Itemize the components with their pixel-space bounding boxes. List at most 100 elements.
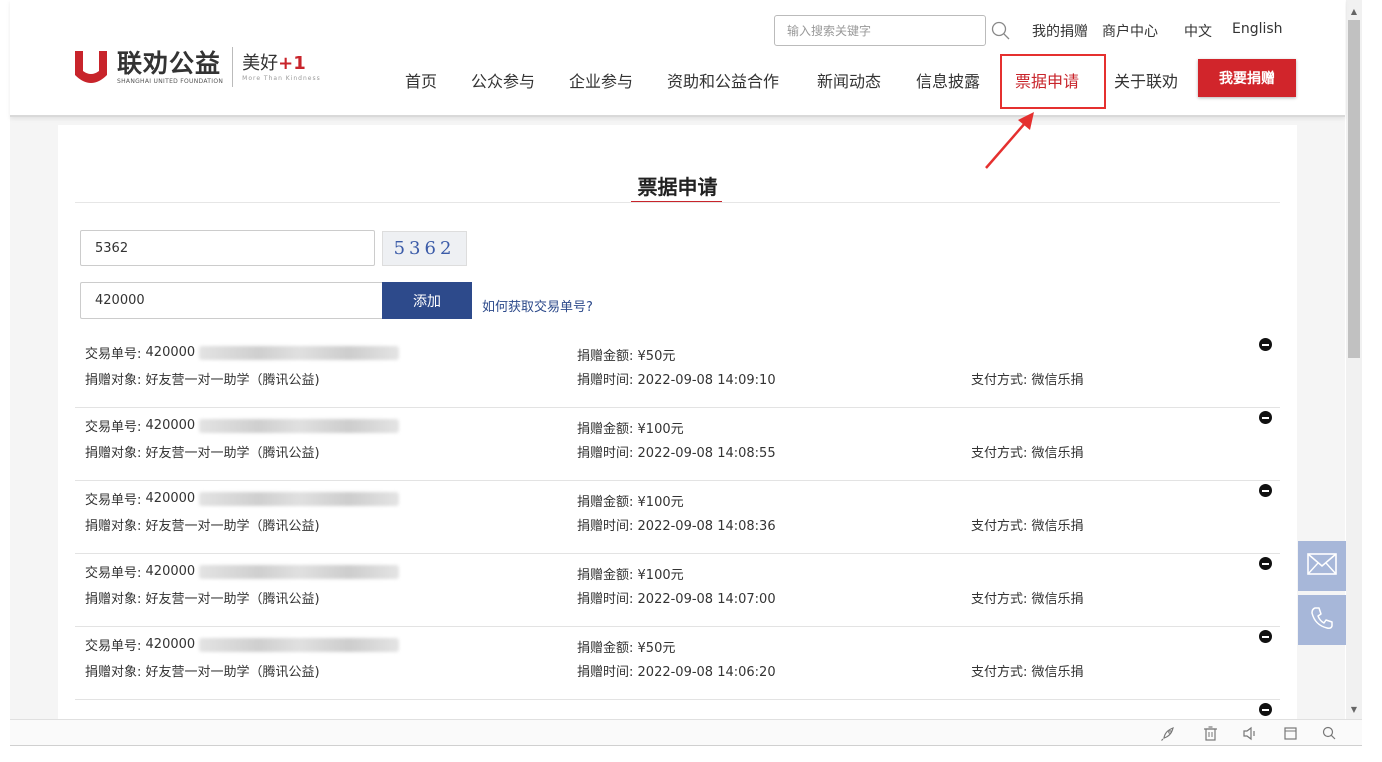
rocket-icon[interactable] — [1160, 725, 1177, 742]
record-id-blurred — [199, 491, 400, 506]
search-icon[interactable] — [1321, 725, 1338, 742]
logo-chinese-name: 联劝公益 — [117, 48, 222, 78]
title-divider — [75, 202, 1280, 203]
side-mail-button[interactable] — [1298, 541, 1346, 591]
record-time: 捐赠时间: 2022-09-08 14:07:00 — [577, 588, 776, 607]
record-amount-value: ¥50元 — [637, 641, 676, 656]
record-target-value: 好友营一对一助学（腾讯公益) — [145, 592, 320, 607]
record-payment-label: 支付方式: — [971, 446, 1028, 461]
record-amount-label: 捐赠金额: — [577, 422, 634, 437]
record-target: 捐赠对象: 好友营一对一助学（腾讯公益) — [85, 515, 320, 534]
slogan-plus: +1 — [278, 52, 306, 74]
nav-public-participation[interactable]: 公众参与 — [471, 68, 535, 92]
record-amount-label: 捐赠金额: — [577, 568, 634, 583]
nav-corporate-participation[interactable]: 企业参与 — [569, 68, 633, 92]
record-time: 捐赠时间: 2022-09-08 14:08:36 — [577, 515, 776, 534]
nav-news[interactable]: 新闻动态 — [817, 68, 881, 92]
donation-record: 交易单号: 420000 捐赠对象: 好友营一对一助学（腾讯公益) 捐赠金额: … — [75, 408, 1280, 481]
record-target-label: 捐赠对象: — [85, 592, 142, 607]
record-time-label: 捐赠时间: — [577, 373, 634, 388]
donation-record: 交易单号: 420000 捐赠对象: 好友营一对一助学（腾讯公益) 捐赠金额: … — [75, 554, 1280, 627]
record-target-value: 好友营一对一助学（腾讯公益) — [145, 519, 320, 534]
add-button[interactable]: 添加 — [382, 282, 472, 319]
nav-about[interactable]: 关于联劝 — [1114, 68, 1178, 92]
receipt-card: 票据申请 5362 5362 420000 添加 如何获取交易单号? 交易单号:… — [58, 125, 1297, 725]
page: 联劝公益 SHANGHAI UNITED FOUNDATION 美好+1 Mor… — [0, 0, 1382, 762]
record-id-value: 420000 — [145, 418, 196, 433]
lang-chinese-link[interactable]: 中文 — [1184, 21, 1212, 41]
nav-funding-cooperation[interactable]: 资助和公益合作 — [667, 68, 779, 92]
side-phone-button[interactable] — [1298, 595, 1346, 645]
record-id-blurred — [199, 345, 400, 360]
record-id-label: 交易单号: — [85, 493, 142, 508]
remove-record-icon[interactable] — [1259, 703, 1272, 716]
record-time-label: 捐赠时间: — [577, 446, 634, 461]
search-icon[interactable] — [990, 20, 1012, 42]
record-id: 交易单号: 420000 — [85, 635, 400, 654]
record-id-label: 交易单号: — [85, 566, 142, 581]
captcha-image[interactable]: 5362 — [382, 231, 467, 266]
order-number-input[interactable]: 420000 — [80, 282, 383, 319]
trash-icon[interactable] — [1202, 725, 1219, 742]
nav-home[interactable]: 首页 — [405, 68, 437, 92]
record-id: 交易单号: 420000 — [85, 343, 400, 362]
record-target: 捐赠对象: 好友营一对一助学（腾讯公益) — [85, 369, 320, 388]
annotation-highlight-box — [1000, 54, 1106, 109]
record-target-label: 捐赠对象: — [85, 446, 142, 461]
record-id-value: 420000 — [145, 491, 196, 506]
record-id-blurred — [199, 564, 400, 579]
record-id-blurred — [199, 418, 400, 433]
scroll-up-icon[interactable]: ▲ — [1350, 8, 1358, 16]
scrollbar-thumb[interactable] — [1348, 20, 1360, 358]
record-id: 交易单号: 420000 — [85, 562, 400, 581]
remove-record-icon[interactable] — [1259, 630, 1272, 643]
record-payment-label: 支付方式: — [971, 592, 1028, 607]
how-to-get-order-number-link[interactable]: 如何获取交易单号? — [482, 296, 593, 315]
record-amount-value: ¥100元 — [637, 568, 684, 583]
record-payment: 支付方式: 微信乐捐 — [971, 442, 1084, 461]
search-input[interactable]: 输入搜索关键字 — [774, 15, 986, 46]
record-time-label: 捐赠时间: — [577, 665, 634, 680]
record-payment-value: 微信乐捐 — [1031, 373, 1084, 388]
record-id: 交易单号: 420000 — [85, 489, 400, 508]
scroll-down-icon[interactable]: ▼ — [1350, 706, 1358, 714]
record-id-value: 420000 — [145, 345, 196, 360]
remove-record-icon[interactable] — [1259, 338, 1272, 351]
record-time-value: 2022-09-08 14:08:36 — [637, 519, 776, 534]
site-logo[interactable]: 联劝公益 SHANGHAI UNITED FOUNDATION 美好+1 Mor… — [73, 44, 321, 90]
record-id-label: 交易单号: — [85, 347, 142, 362]
record-payment: 支付方式: 微信乐捐 — [971, 515, 1084, 534]
lang-english-link[interactable]: English — [1232, 21, 1283, 41]
record-payment-value: 微信乐捐 — [1031, 665, 1084, 680]
record-amount-value: ¥100元 — [637, 422, 684, 437]
donation-record: 交易单号: 420000 捐赠对象: 好友营一对一助学（腾讯公益) 捐赠金额: … — [75, 335, 1280, 408]
logo-text: 联劝公益 SHANGHAI UNITED FOUNDATION — [117, 48, 223, 85]
merchant-center-link[interactable]: 商户中心 — [1102, 21, 1158, 41]
remove-record-icon[interactable] — [1259, 411, 1272, 424]
record-time-value: 2022-09-08 14:06:20 — [637, 665, 776, 680]
phone-icon — [1309, 605, 1335, 635]
remove-record-icon[interactable] — [1259, 557, 1272, 570]
record-target-label: 捐赠对象: — [85, 519, 142, 534]
donation-record: 交易单号: 420000 捐赠对象: 好友营一对一助学（腾讯公益) 捐赠金额: … — [75, 627, 1280, 700]
record-target: 捐赠对象: 好友营一对一助学（腾讯公益) — [85, 442, 320, 461]
nav-disclosure[interactable]: 信息披露 — [916, 68, 980, 92]
record-target-label: 捐赠对象: — [85, 665, 142, 680]
donate-button[interactable]: 我要捐赠 — [1198, 59, 1296, 97]
record-time-label: 捐赠时间: — [577, 592, 634, 607]
window-icon[interactable] — [1282, 725, 1299, 742]
top-links: 我的捐赠 商户中心 中文 English — [1032, 21, 1283, 41]
my-donations-link[interactable]: 我的捐赠 — [1032, 21, 1088, 41]
record-time: 捐赠时间: 2022-09-08 14:08:55 — [577, 442, 776, 461]
logo-divider — [232, 47, 234, 87]
captcha-input[interactable]: 5362 — [80, 230, 375, 266]
record-id-value: 420000 — [145, 564, 196, 579]
record-payment: 支付方式: 微信乐捐 — [971, 661, 1084, 680]
record-target-label: 捐赠对象: — [85, 373, 142, 388]
record-time-value: 2022-09-08 14:08:55 — [637, 446, 776, 461]
slogan-english: More Than Kindness — [242, 74, 321, 82]
record-target-value: 好友营一对一助学（腾讯公益) — [145, 373, 320, 388]
speaker-icon[interactable] — [1242, 725, 1259, 742]
remove-record-icon[interactable] — [1259, 484, 1272, 497]
record-payment-label: 支付方式: — [971, 373, 1028, 388]
